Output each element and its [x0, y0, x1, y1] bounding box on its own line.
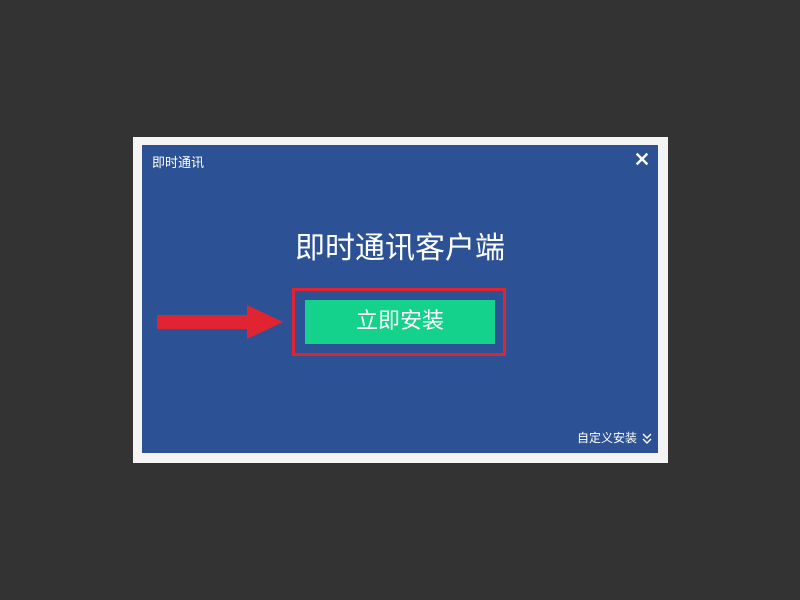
arrow-right-icon [155, 304, 285, 340]
close-button[interactable] [634, 151, 650, 167]
double-chevron-down-icon [642, 433, 652, 444]
close-icon [634, 151, 650, 167]
custom-install-label: 自定义安装 [576, 431, 637, 445]
product-title: 即时通讯客户端 [295, 231, 505, 266]
window-title: 即时通讯 [152, 156, 205, 171]
installer-dialog: 即时通讯 即时通讯客户端 立即安装 自定义安装 [142, 145, 658, 453]
install-now-button[interactable]: 立即安装 [305, 300, 495, 344]
custom-install-link[interactable]: 自定义安装 [577, 431, 652, 445]
annotation-arrow [155, 304, 285, 340]
